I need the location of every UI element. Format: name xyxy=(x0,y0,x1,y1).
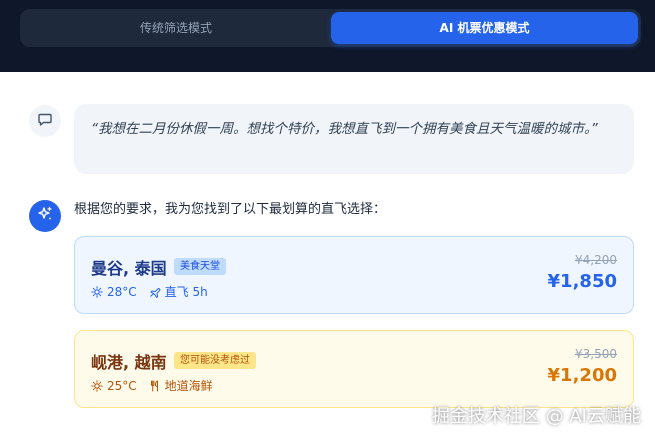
user-message-bubble: “我想在二月份休假一周。想找个特价，我想直飞到一个拥有美食且天气温暖的城市。” xyxy=(74,104,634,174)
sun-icon xyxy=(91,285,103,298)
flight-deal-card[interactable]: 曼谷, 泰国 美食天堂 28°C 直飞 5h ¥4,200 ¥1,850 xyxy=(74,236,634,314)
ai-avatar xyxy=(29,200,61,232)
destination-city: 曼谷, 泰国 xyxy=(91,259,167,278)
destination-tag: 您可能没考虑过 xyxy=(174,352,256,369)
flight-deal-card[interactable]: 岘港, 越南 您可能没考虑过 25°C 地道海鲜 ¥3,500 ¥1,200 xyxy=(74,330,634,408)
deal-price: ¥1,200 xyxy=(547,365,617,386)
destination-city: 岘港, 越南 xyxy=(91,353,167,372)
flight-detail: 直飞 5h xyxy=(164,285,208,299)
chat-icon xyxy=(37,111,53,131)
user-avatar xyxy=(29,105,61,137)
sun-icon xyxy=(91,379,103,392)
deal-price: ¥1,850 xyxy=(547,271,617,292)
flight-detail: 地道海鲜 xyxy=(164,379,213,393)
temperature: 25°C xyxy=(107,378,137,393)
mode-switch: 传统筛选模式 AI 机票优惠模式 xyxy=(20,9,641,47)
top-bar: 传统筛选模式 AI 机票优惠模式 xyxy=(0,0,655,72)
temperature: 28°C xyxy=(107,284,137,299)
bottom-edge xyxy=(0,440,655,445)
plane-icon xyxy=(149,286,161,298)
utensils-icon xyxy=(149,380,161,392)
watermark: 掘金技术社区 @ AI云赋能 xyxy=(431,406,641,427)
ai-deal-mode-button[interactable]: AI 机票优惠模式 xyxy=(331,12,638,44)
flight-meta: 25°C 地道海鲜 xyxy=(91,377,213,394)
original-price: ¥3,500 xyxy=(575,347,617,361)
ai-response-text: 根据您的要求，我为您找到了以下最划算的直飞选择： xyxy=(74,202,387,217)
destination-tag: 美食天堂 xyxy=(174,258,226,275)
sparkle-icon xyxy=(36,205,54,227)
flight-meta: 28°C 直飞 5h xyxy=(91,283,208,300)
original-price: ¥4,200 xyxy=(575,253,617,267)
traditional-mode-button[interactable]: 传统筛选模式 xyxy=(23,12,329,44)
